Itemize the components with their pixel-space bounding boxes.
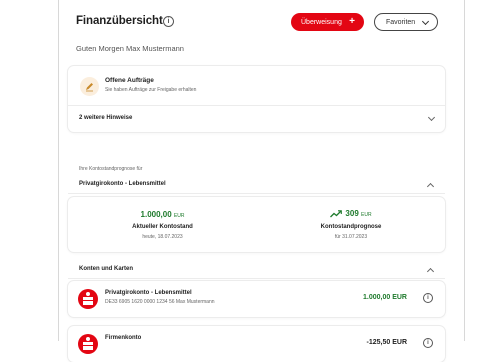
divider: [68, 193, 445, 194]
account-iban: DE33 6905 1620 0000 1234 56 Max Musterma…: [105, 299, 215, 305]
forecast-caption: Ihre Kontostandprognose für: [79, 166, 143, 172]
favorites-button-label: Favoriten: [386, 18, 416, 26]
open-tasks-subtitle: Sie haben Aufträge zur Freigabe erhalten: [105, 87, 197, 93]
account-balance: 1.000,00 EUR: [363, 294, 407, 301]
trend-up-icon: [330, 210, 343, 218]
greeting: Guten Morgen Max Mustermann: [76, 44, 184, 53]
chevron-up-icon[interactable]: [426, 182, 435, 191]
info-icon[interactable]: i: [423, 293, 433, 303]
chevron-up-icon[interactable]: [426, 267, 435, 276]
more-hints-toggle[interactable]: 2 weitere Hinweise: [79, 115, 132, 121]
pen-icon: [80, 77, 99, 96]
info-icon[interactable]: i: [423, 338, 433, 348]
header: Finanzübersicht i Überweisung + Favorite…: [76, 13, 446, 33]
transfer-button-label: Überweisung: [301, 18, 342, 26]
account-name: Firmenkonto: [105, 335, 142, 341]
account-row[interactable]: Firmenkonto -125,50 EUR i: [68, 326, 445, 362]
account-balance: -125,50 EUR: [366, 339, 407, 346]
page-title: Finanzübersicht: [76, 15, 163, 27]
divider: [68, 278, 445, 279]
sparkasse-logo-icon: [78, 289, 98, 309]
chevron-down-icon: [421, 17, 430, 26]
open-tasks-link[interactable]: Offene Aufträge: [105, 77, 154, 84]
chevron-down-icon[interactable]: [427, 113, 436, 122]
divider: [68, 105, 445, 106]
info-icon[interactable]: i: [163, 16, 174, 27]
frame-left-border: [58, 0, 59, 341]
forecast-label: Kontostandprognose: [320, 224, 382, 230]
account-name: Privatgirokonto - Lebensmittel: [105, 290, 192, 296]
current-balance-label: Aktueller Kontostand: [132, 224, 193, 230]
sparkasse-logo-icon: [78, 334, 98, 354]
forecast-account-header[interactable]: Privatgirokonto - Lebensmittel: [79, 181, 166, 187]
plus-icon: +: [349, 16, 355, 27]
tasks-card: Offene Aufträge Sie haben Aufträge zur F…: [68, 66, 445, 132]
current-balance-amount: 1.000,00 EUR: [140, 210, 185, 219]
favorites-button[interactable]: Favoriten: [374, 13, 438, 31]
current-balance-date: heute, 18.07.2023: [142, 234, 183, 240]
forecast-amount: 309 EUR: [257, 209, 445, 218]
frame-right-border: [464, 0, 465, 341]
transfer-button[interactable]: Überweisung +: [291, 13, 364, 31]
forecast-date: für 31.07.2023: [334, 234, 368, 240]
balance-card: 1.000,00 EUR Aktueller Kontostand heute,…: [68, 197, 445, 252]
account-row[interactable]: Privatgirokonto - Lebensmittel DE33 6905…: [68, 281, 445, 317]
accounts-section-header[interactable]: Konten und Karten: [79, 266, 133, 272]
